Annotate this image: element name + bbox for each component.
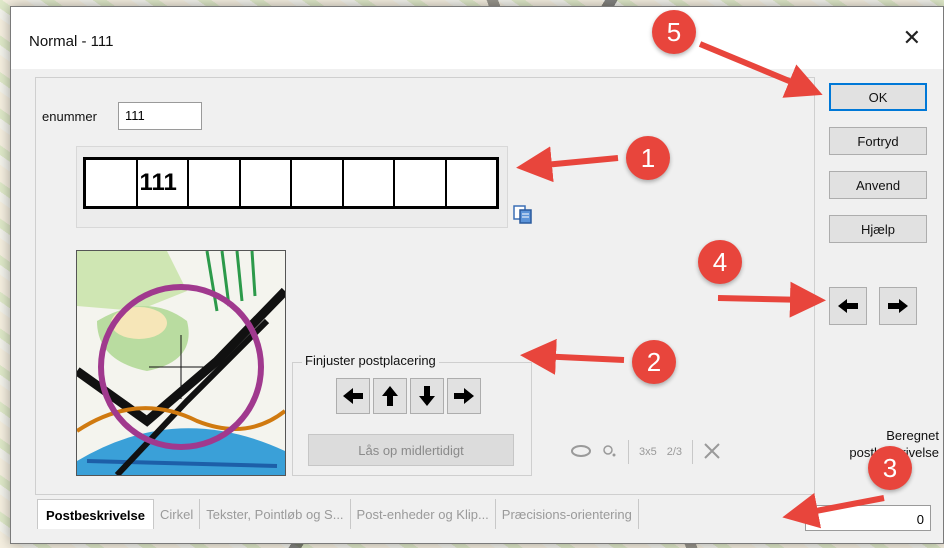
description-cell-e[interactable]	[292, 160, 344, 206]
description-cell-h[interactable]	[447, 160, 497, 206]
symbol-toolbar: 3x5 2/3	[570, 440, 721, 464]
control-description-grid[interactable]: 111	[83, 157, 499, 209]
callout-5: 5	[652, 10, 696, 54]
fraction-icon[interactable]: 2/3	[667, 446, 682, 458]
finjuster-legend: Finjuster postplacering	[302, 353, 439, 368]
callout-2: 2	[632, 340, 676, 384]
unlock-temporarily-button[interactable]: Lås op midlertidigt	[308, 434, 514, 466]
cross-icon[interactable]	[703, 442, 721, 463]
tab-tekster[interactable]: Tekster, Pointløb og S...	[200, 499, 351, 529]
tab-post-enheder[interactable]: Post-enheder og Klip...	[351, 499, 496, 529]
nudge-up-button[interactable]	[373, 378, 407, 414]
description-cell-d[interactable]	[241, 160, 292, 206]
callout-4: 4	[698, 240, 742, 284]
callout-1: 1	[626, 136, 670, 180]
calculated-value-field: 0	[805, 505, 931, 531]
grid-3x5-icon[interactable]: 3x5	[639, 446, 657, 458]
arrow-left-icon	[343, 388, 363, 404]
next-button[interactable]	[879, 287, 917, 325]
title-bar: Normal - 111 ✕	[11, 7, 943, 69]
calculated-label-line1: Beregnet	[886, 428, 939, 443]
description-cell-b[interactable]: 111	[138, 160, 189, 206]
arrow-up-icon	[382, 386, 398, 406]
nudge-left-button[interactable]	[336, 378, 370, 414]
copy-icon[interactable]	[511, 202, 535, 226]
arrow-right-icon	[454, 388, 474, 404]
map-preview[interactable]	[76, 250, 286, 476]
toolbar-divider	[628, 440, 629, 464]
cancel-button[interactable]: Fortryd	[829, 127, 927, 155]
arrow-left-icon	[838, 299, 858, 313]
toolbar-divider	[692, 440, 694, 464]
help-button[interactable]: Hjælp	[829, 215, 927, 243]
nudge-buttons	[336, 378, 481, 414]
number-input[interactable]: 111	[118, 102, 202, 130]
tab-postbeskrivelse[interactable]: Postbeskrivelse	[37, 499, 155, 529]
description-panel: enummer 111 111 Finjuster postplacering …	[35, 77, 815, 495]
tab-praecisions-orientering[interactable]: Præcisions-orientering	[496, 499, 639, 529]
window-title: Normal - 111	[29, 33, 114, 50]
close-icon[interactable]: ✕	[903, 27, 921, 49]
nudge-down-button[interactable]	[410, 378, 444, 414]
number-label: enummer	[42, 109, 97, 124]
control-description-area: 111	[76, 146, 508, 228]
ok-button[interactable]: OK	[829, 83, 927, 111]
tab-bar: Postbeskrivelse Cirkel Tekster, Pointløb…	[37, 499, 639, 529]
dialog-window: Normal - 111 ✕ enummer 111 111 Finjuster…	[10, 6, 944, 544]
apply-button[interactable]: Anvend	[829, 171, 927, 199]
callout-3: 3	[868, 446, 912, 490]
description-cell-a[interactable]	[86, 160, 138, 206]
small-circle-icon[interactable]	[602, 444, 618, 461]
tab-cirkel[interactable]: Cirkel	[154, 499, 201, 529]
previous-button[interactable]	[829, 287, 867, 325]
nudge-right-button[interactable]	[447, 378, 481, 414]
arrow-down-icon	[419, 386, 435, 406]
description-cell-c[interactable]	[189, 160, 241, 206]
description-cell-f[interactable]	[344, 160, 395, 206]
description-cell-g[interactable]	[395, 160, 447, 206]
arrow-right-icon	[888, 299, 908, 313]
circle-icon[interactable]	[570, 444, 592, 461]
